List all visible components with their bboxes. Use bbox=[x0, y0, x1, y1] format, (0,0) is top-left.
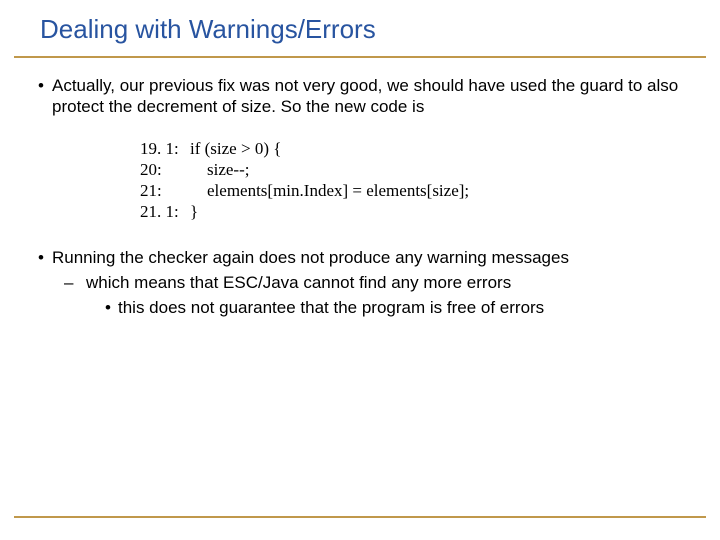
code-line: 19. 1: if (size > 0) { bbox=[140, 138, 690, 159]
bullet-text: Actually, our previous fix was not very … bbox=[52, 75, 690, 118]
slide-title: Dealing with Warnings/Errors bbox=[40, 14, 376, 45]
bullet-dot-icon: • bbox=[98, 297, 118, 318]
bullet-level1: • Running the checker again does not pro… bbox=[30, 247, 690, 268]
code-line-content: elements[min.Index] = elements[size]; bbox=[190, 180, 690, 201]
bullet-dot-icon: • bbox=[30, 247, 52, 268]
code-line: 20: size--; bbox=[140, 159, 690, 180]
bullet-text: which means that ESC/Java cannot find an… bbox=[86, 272, 690, 293]
bullet-level2: – which means that ESC/Java cannot find … bbox=[64, 272, 690, 293]
code-line: 21: elements[min.Index] = elements[size]… bbox=[140, 180, 690, 201]
code-line-number: 21: bbox=[140, 180, 190, 201]
bullet-level3: • this does not guarantee that the progr… bbox=[98, 297, 690, 318]
bullet-text: this does not guarantee that the program… bbox=[118, 297, 690, 318]
code-line-content: } bbox=[190, 201, 690, 222]
slide: Dealing with Warnings/Errors • Actually,… bbox=[0, 0, 720, 540]
code-line-content: if (size > 0) { bbox=[190, 138, 690, 159]
code-line-number: 20: bbox=[140, 159, 190, 180]
code-line: 21. 1: } bbox=[140, 201, 690, 222]
bullet-dash-icon: – bbox=[64, 272, 86, 293]
bullet-level1: • Actually, our previous fix was not ver… bbox=[30, 75, 690, 118]
divider-bottom bbox=[14, 516, 706, 518]
divider-top bbox=[14, 56, 706, 58]
code-line-number: 21. 1: bbox=[140, 201, 190, 222]
slide-body: • Actually, our previous fix was not ver… bbox=[30, 75, 690, 322]
bullet-text: Running the checker again does not produ… bbox=[52, 247, 690, 268]
bullet-dot-icon: • bbox=[30, 75, 52, 118]
code-block: 19. 1: if (size > 0) { 20: size--; 21: e… bbox=[140, 138, 690, 223]
code-line-number: 19. 1: bbox=[140, 138, 190, 159]
code-line-content: size--; bbox=[190, 159, 690, 180]
